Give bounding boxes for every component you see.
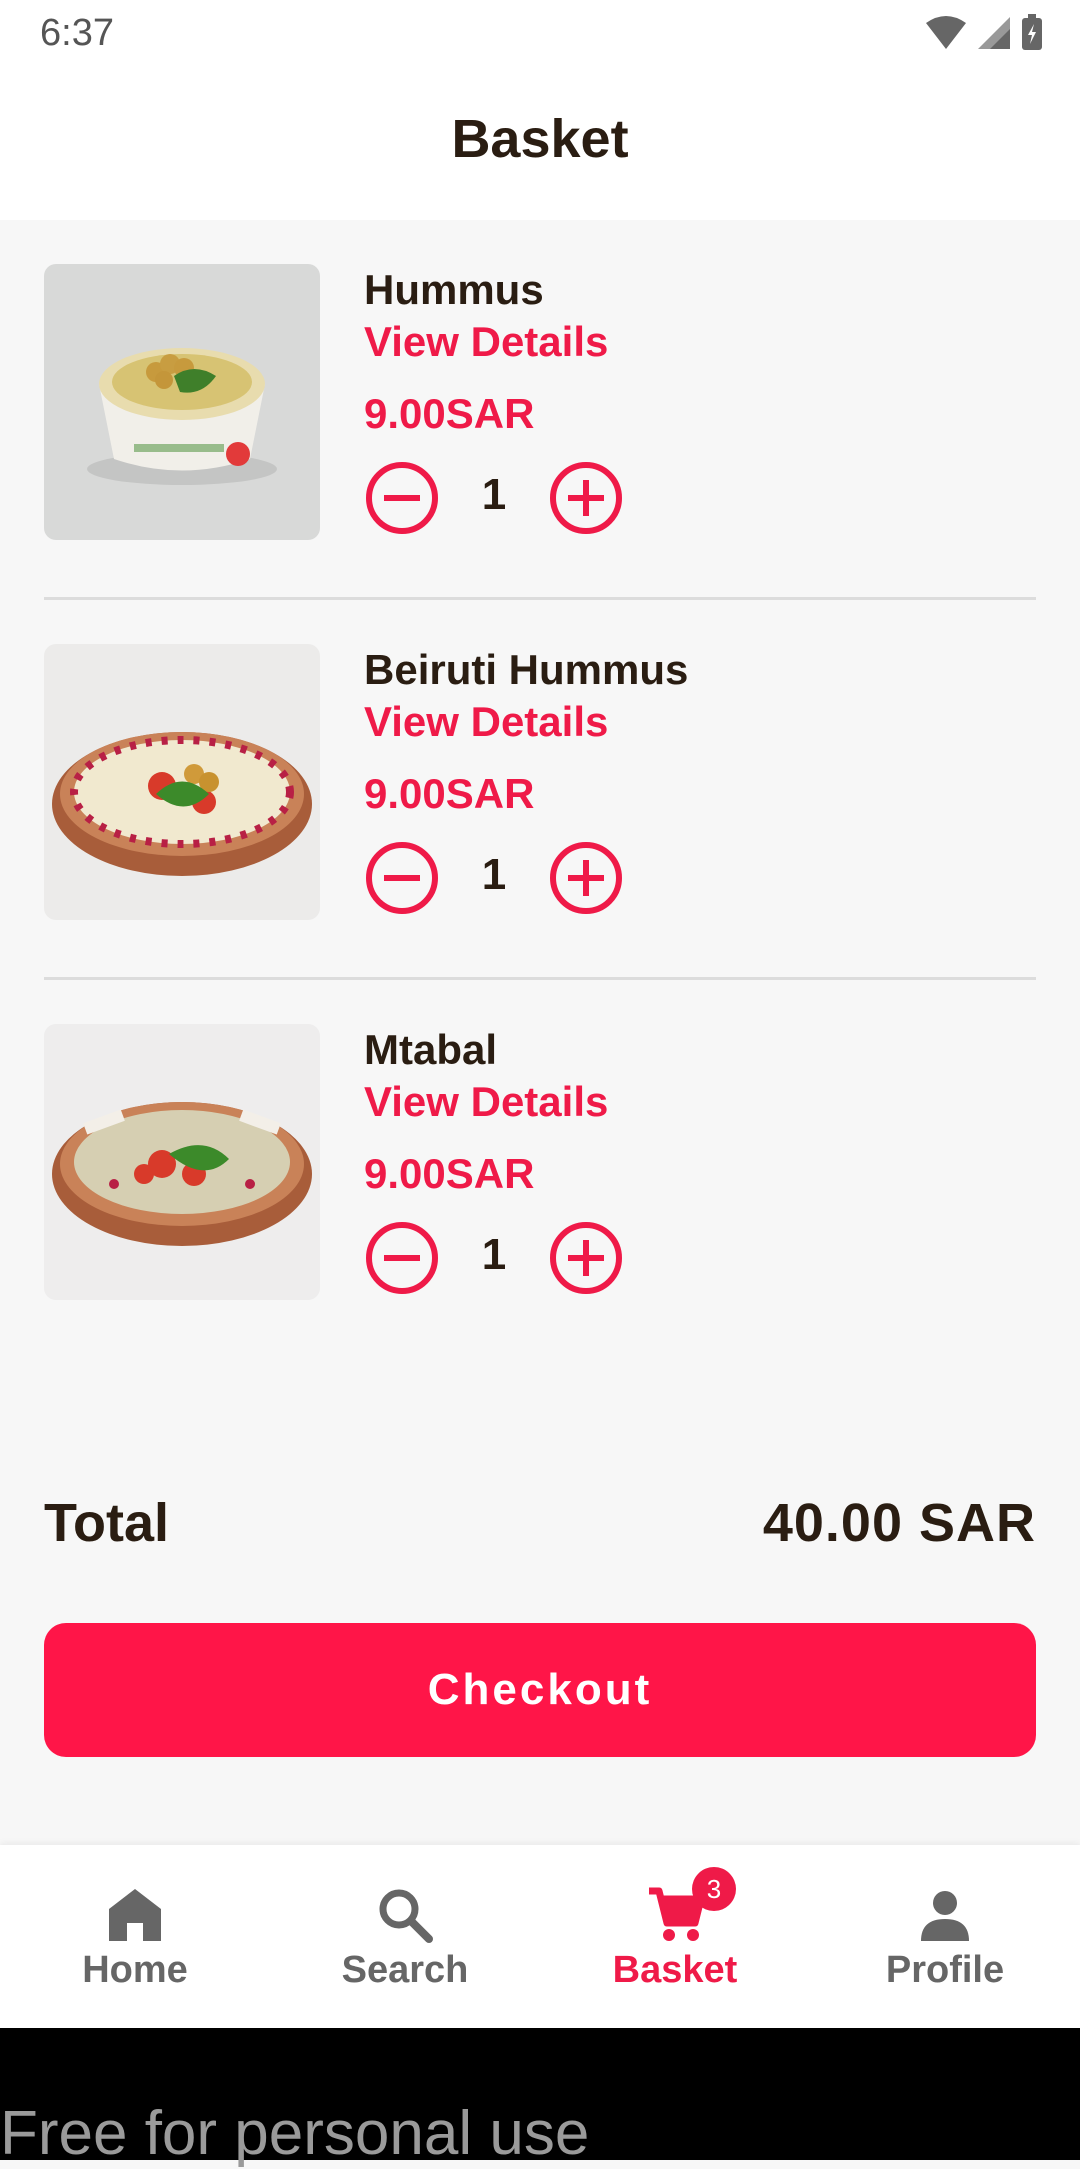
plus-circle-icon — [550, 842, 622, 914]
item-name: Mtabal — [364, 1026, 498, 1073]
checkout-button[interactable]: Checkout — [44, 1623, 1036, 1757]
basket-item: Beiruti Hummus View Details 9.00SAR 1 — [44, 644, 1036, 920]
item-image-beiruti-hummus — [44, 644, 320, 920]
increase-button[interactable] — [548, 460, 624, 536]
divider — [44, 977, 1036, 980]
total-value: 40.00 SAR — [762, 1493, 1036, 1553]
watermark-bar: Free for personal use — [0, 2028, 1080, 2168]
item-price: 9.00SAR — [364, 770, 535, 817]
basket-item: Mtabal View Details 9.00SAR 1 — [44, 1024, 1036, 1300]
app-header: Basket — [0, 70, 1080, 220]
person-icon — [921, 1891, 969, 1941]
decrease-button[interactable] — [364, 1220, 440, 1296]
nav-label: Home — [82, 1949, 188, 1991]
increase-button[interactable] — [548, 840, 624, 916]
status-bar: 6:37 — [0, 0, 1080, 70]
nav-label: Profile — [885, 1949, 1005, 1991]
nav-label: Search — [341, 1949, 469, 1991]
minus-circle-icon — [366, 1222, 438, 1294]
view-details-link[interactable]: View Details — [364, 698, 608, 746]
page-title: Basket — [451, 109, 629, 169]
item-price: 9.00SAR — [364, 1150, 535, 1197]
item-image-hummus — [44, 264, 320, 540]
signal-icon — [978, 17, 1010, 49]
item-name: Hummus — [364, 266, 544, 313]
decrease-button[interactable] — [364, 840, 440, 916]
item-image-mtabal — [44, 1024, 320, 1300]
status-icons — [924, 14, 1044, 52]
item-name: Beiruti Hummus — [364, 646, 689, 693]
nav-item-profile[interactable]: Profile — [810, 1845, 1080, 2028]
nav-item-home[interactable]: Home — [0, 1845, 270, 2028]
decrease-button[interactable] — [364, 460, 440, 536]
minus-circle-icon — [366, 842, 438, 914]
cart-badge: 3 — [692, 1867, 736, 1911]
quantity-value: 1 — [481, 850, 507, 899]
view-details-link[interactable]: View Details — [364, 1078, 608, 1126]
bottom-nav: Home Search 3 Basket Profile — [0, 1845, 1080, 2028]
home-icon — [109, 1889, 161, 1941]
quantity-stepper: 1 — [364, 460, 624, 536]
wifi-icon — [926, 16, 966, 49]
divider — [44, 597, 1036, 600]
quantity-stepper: 1 — [364, 840, 624, 916]
increase-button[interactable] — [548, 1220, 624, 1296]
nav-label: Basket — [612, 1949, 738, 1991]
search-icon — [379, 1889, 433, 1943]
quantity-value: 1 — [481, 1230, 507, 1279]
minus-circle-icon — [366, 462, 438, 534]
plus-circle-icon — [550, 462, 622, 534]
quantity-value: 1 — [481, 470, 507, 519]
total-label: Total — [44, 1493, 169, 1553]
nav-item-search[interactable]: Search — [270, 1845, 540, 2028]
battery-icon — [1022, 14, 1042, 50]
quantity-stepper: 1 — [364, 1220, 624, 1296]
watermark-text: Free for personal use — [0, 2099, 590, 2168]
view-details-link[interactable]: View Details — [364, 318, 608, 366]
item-price: 9.00SAR — [364, 390, 535, 437]
plus-circle-icon — [550, 1222, 622, 1294]
nav-item-basket[interactable]: 3 Basket — [540, 1845, 810, 2028]
basket-item: Hummus View Details 9.00SAR 1 — [44, 264, 1036, 540]
status-time: 6:37 — [40, 12, 114, 54]
